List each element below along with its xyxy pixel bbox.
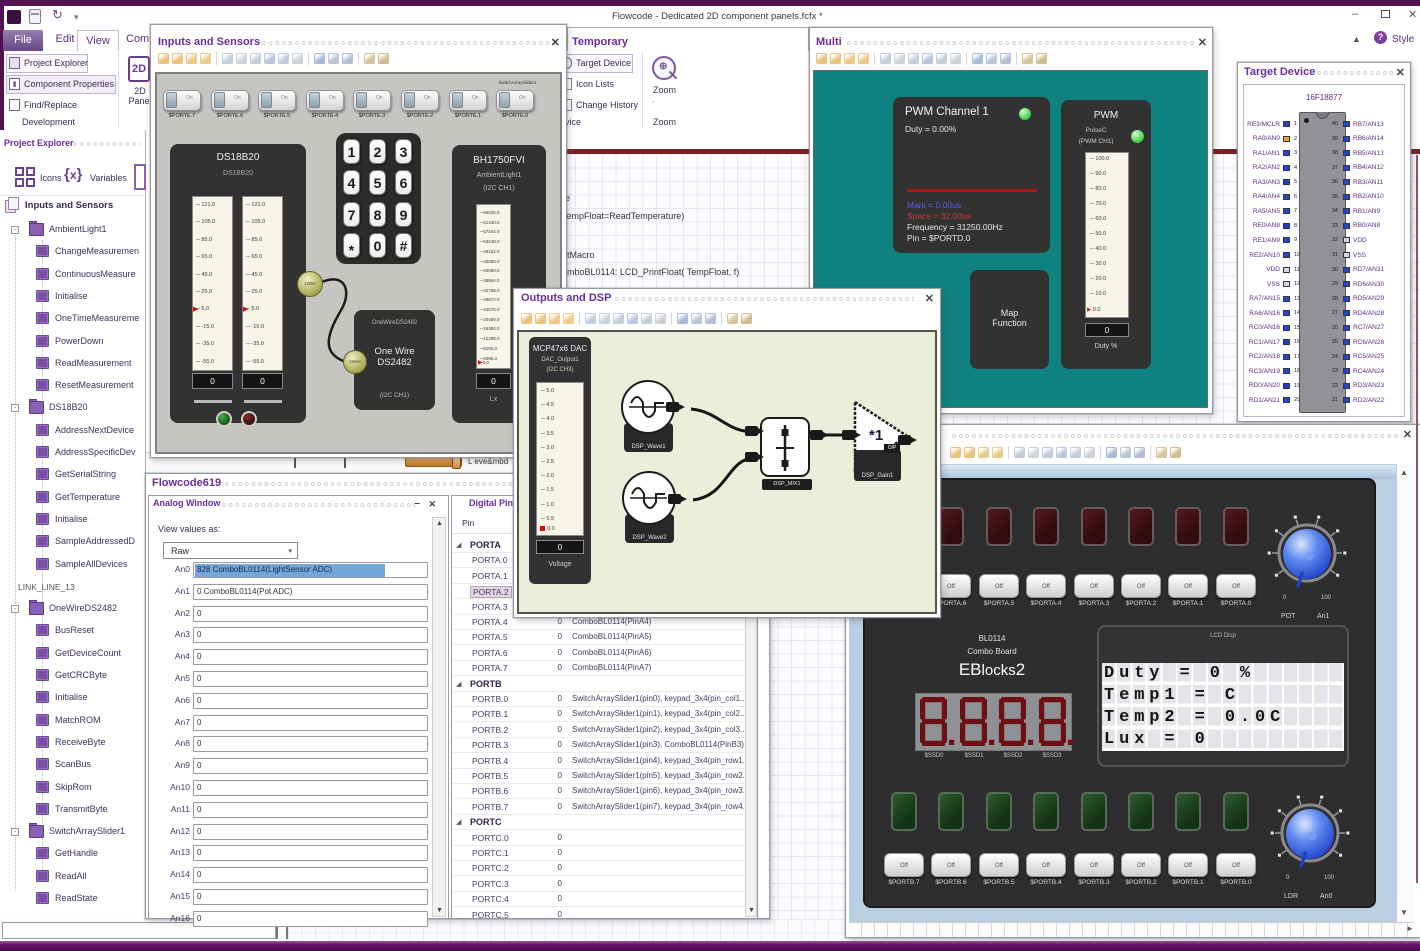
svg-text:*1: *1 — [869, 427, 883, 444]
